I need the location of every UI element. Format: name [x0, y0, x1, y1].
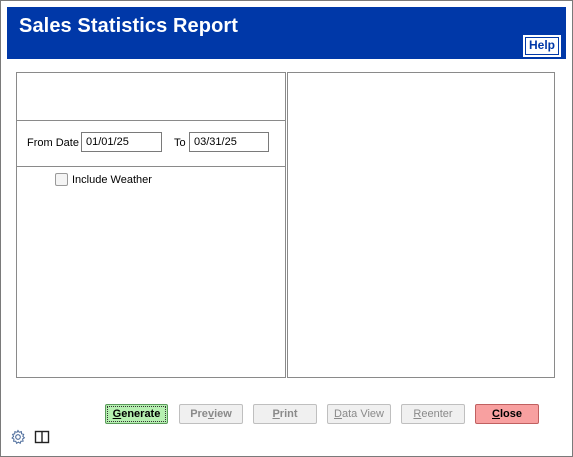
- reenter-button[interactable]: Reenter: [401, 404, 465, 424]
- print-label-key: P: [272, 408, 280, 420]
- close-button[interactable]: Close: [475, 404, 539, 424]
- print-button[interactable]: Print: [253, 404, 317, 424]
- generate-label-key: G: [112, 408, 122, 420]
- to-date-label: To: [174, 137, 186, 149]
- page-title: Sales Statistics Report: [19, 15, 239, 37]
- preview-label-post: iew: [214, 408, 232, 420]
- title-bar: Sales Statistics Report Help: [7, 7, 566, 59]
- gear-icon[interactable]: [9, 428, 27, 446]
- close-label-key: C: [492, 408, 500, 420]
- include-weather-checkbox[interactable]: [55, 173, 68, 186]
- from-date-label: From Date: [27, 137, 79, 149]
- from-date-input[interactable]: 01/01/25: [81, 132, 162, 152]
- data-view-button[interactable]: Data View: [327, 404, 391, 424]
- include-weather-row[interactable]: Include Weather: [55, 173, 152, 186]
- preview-button[interactable]: Preview: [179, 404, 243, 424]
- close-label-post: lose: [499, 408, 522, 420]
- include-weather-label: Include Weather: [72, 173, 152, 186]
- to-date-input[interactable]: 03/31/25: [189, 132, 269, 152]
- bottom-toolbar: [9, 428, 51, 446]
- generate-label-post: enerate: [121, 408, 161, 420]
- help-button[interactable]: Help: [522, 35, 561, 57]
- data-view-label-key: D: [334, 408, 342, 420]
- report-window: Sales Statistics Report Help From Date 0…: [0, 0, 573, 457]
- reenter-label-post: eenter: [421, 408, 453, 420]
- preview-label-pre: Pre: [190, 408, 208, 420]
- print-label-post: rint: [279, 408, 298, 420]
- data-view-label-post: ata View: [341, 408, 384, 420]
- options-panel: From Date 01/01/25 To 03/31/25 Include W…: [16, 72, 286, 378]
- report-preview-panel: [287, 72, 555, 378]
- book-icon[interactable]: [33, 428, 51, 446]
- options-top-section: [17, 73, 285, 121]
- date-range-row: From Date 01/01/25 To 03/31/25: [17, 121, 285, 167]
- generate-button[interactable]: Generate: [105, 404, 168, 424]
